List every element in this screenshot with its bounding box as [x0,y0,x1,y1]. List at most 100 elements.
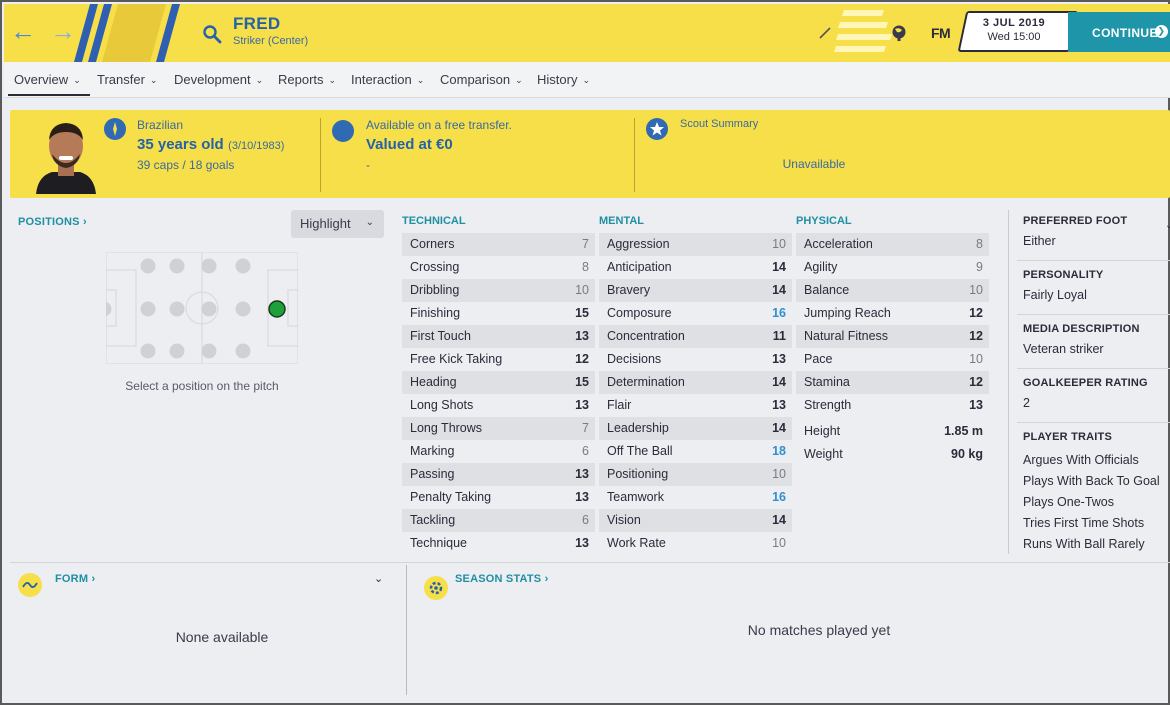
highlight-label: Highlight [300,216,351,231]
attribute-row[interactable]: Crossing 8 [402,256,595,279]
attribute-row[interactable]: Determination 14 [599,371,792,394]
attribute-row[interactable]: Composure 16 [599,302,792,325]
attribute-row[interactable]: Off The Ball 18 [599,440,792,463]
attribute-name: Finishing [410,306,461,320]
attribute-row[interactable]: Stamina 12 [796,371,989,394]
attribute-value: 10 [772,536,786,550]
attribute-value: 12 [969,329,983,343]
attribute-value: 10 [772,467,786,481]
forward-arrow-icon[interactable]: → [50,18,76,44]
pencil-icon[interactable] [818,26,832,40]
player-traits-title: PLAYER TRAITS [1023,431,1112,443]
attribute-row[interactable]: Vision 14 [599,509,792,532]
chevron-down-icon[interactable]: ⌄ [374,572,383,585]
pitch-diagram[interactable] [106,252,298,364]
attribute-value: 14 [772,283,786,297]
media-description-title: MEDIA DESCRIPTION [1023,323,1140,335]
search-icon[interactable] [202,24,222,44]
tab-development[interactable]: Development ⌄ [174,72,263,87]
attribute-name: Long Shots [410,398,474,412]
trait-item[interactable]: Argues With Officials [1023,453,1139,467]
attribute-row[interactable]: Decisions 13 [599,348,792,371]
attribute-row[interactable]: Dribbling 10 [402,279,595,302]
attribute-value: 14 [772,513,786,527]
trait-item[interactable]: Runs With Ball Rarely [1023,537,1145,551]
attribute-row[interactable]: Heading 15 [402,371,595,394]
attribute-value: 16 [772,306,786,320]
nationality-label: Brazilian [137,118,184,132]
fm-logo[interactable]: FM [931,25,951,41]
attribute-row[interactable]: Bravery 14 [599,279,792,302]
scout-star-icon[interactable] [646,118,668,140]
attribute-row[interactable]: First Touch 13 [402,325,595,348]
attribute-value: 8 [582,260,589,274]
date-display[interactable]: 3 JUL 2019 Wed 15:00 [962,17,1066,43]
attribute-row[interactable]: Jumping Reach 12 [796,302,989,325]
attribute-row[interactable]: Passing 13 [402,463,595,486]
attribute-name: Heading [410,375,457,389]
positions-title[interactable]: POSITIONS › [18,216,87,228]
trait-item[interactable]: Tries First Time Shots [1023,516,1144,530]
attribute-row[interactable]: Aggression 10 [599,233,792,256]
attribute-row[interactable]: Pace 10 [796,348,989,371]
attribute-value: 12 [969,375,983,389]
player-portrait[interactable] [28,116,104,194]
attribute-row[interactable]: Penalty Taking 13 [402,486,595,509]
trait-item[interactable]: Plays One-Twos [1023,495,1114,509]
attribute-row[interactable]: Free Kick Taking 12 [402,348,595,371]
attribute-name: Crossing [410,260,460,274]
attribute-row[interactable]: Agility 9 [796,256,989,279]
attribute-row[interactable]: Strength 13 [796,394,989,417]
attribute-row[interactable]: Long Shots 13 [402,394,595,417]
continue-label: CONTINUE [1092,26,1158,40]
attribute-row[interactable]: Leadership 14 [599,417,792,440]
attribute-row[interactable]: Concentration 11 [599,325,792,348]
continue-button[interactable]: CONTINUE ❯ [1068,12,1170,52]
scout-summary-title[interactable]: Scout Summary [680,118,758,130]
tab-transfer[interactable]: Transfer ⌄ [97,72,157,87]
attribute-row[interactable]: Technique 13 [402,532,595,555]
trait-item[interactable]: Plays With Back To Goal [1023,474,1160,488]
attribute-row[interactable]: Flair 13 [599,394,792,417]
tab-history[interactable]: History ⌄ [537,72,590,87]
season-stats-title-text: SEASON STATS [455,573,542,585]
attribute-row[interactable]: Tackling 6 [402,509,595,532]
attribute-name: Determination [607,375,685,389]
personality-value: Fairly Loyal [1023,288,1087,302]
attribute-row[interactable]: Finishing 15 [402,302,595,325]
globe-icon[interactable] [890,24,908,42]
attribute-row[interactable]: Acceleration 8 [796,233,989,256]
form-wave-icon [18,573,42,597]
attribute-name: First Touch [410,329,471,343]
attribute-value: 6 [582,444,589,458]
tab-overview[interactable]: Overview ⌄ [14,72,81,87]
attribute-row[interactable]: Long Throws 7 [402,417,595,440]
weight-value: 90 kg [951,447,983,461]
attribute-row[interactable]: Work Rate 10 [599,532,792,555]
tab-interaction[interactable]: Interaction ⌄ [351,72,424,87]
form-title[interactable]: FORM › [55,573,95,585]
tab-comparison[interactable]: Comparison ⌄ [440,72,523,87]
highlight-dropdown[interactable]: Highlight ⌄ [291,210,384,238]
chevron-down-icon[interactable]: ⌄ [1165,220,1170,231]
attribute-row[interactable]: Marking 6 [402,440,595,463]
back-arrow-icon[interactable]: ← [10,18,36,44]
personality-title: PERSONALITY [1023,269,1104,281]
attribute-row[interactable]: Anticipation 14 [599,256,792,279]
tab-reports[interactable]: Reports ⌄ [278,72,336,87]
attribute-row[interactable]: Positioning 10 [599,463,792,486]
attribute-row[interactable]: Natural Fitness 12 [796,325,989,348]
active-tab-indicator [8,94,90,96]
season-stats-title[interactable]: SEASON STATS › [455,573,548,585]
attribute-name: Composure [607,306,672,320]
attribute-row[interactable]: Corners 7 [402,233,595,256]
attribute-name: Balance [804,283,850,297]
nationality-flag-icon[interactable] [104,118,126,140]
value-sub: - [366,158,370,172]
attribute-name: Leadership [607,421,669,435]
attribute-name: Teamwork [607,490,664,504]
player-name[interactable]: FRED [233,14,280,34]
attribute-row[interactable]: Teamwork 16 [599,486,792,509]
attribute-row[interactable]: Balance 10 [796,279,989,302]
transfer-status-icon [332,120,354,142]
